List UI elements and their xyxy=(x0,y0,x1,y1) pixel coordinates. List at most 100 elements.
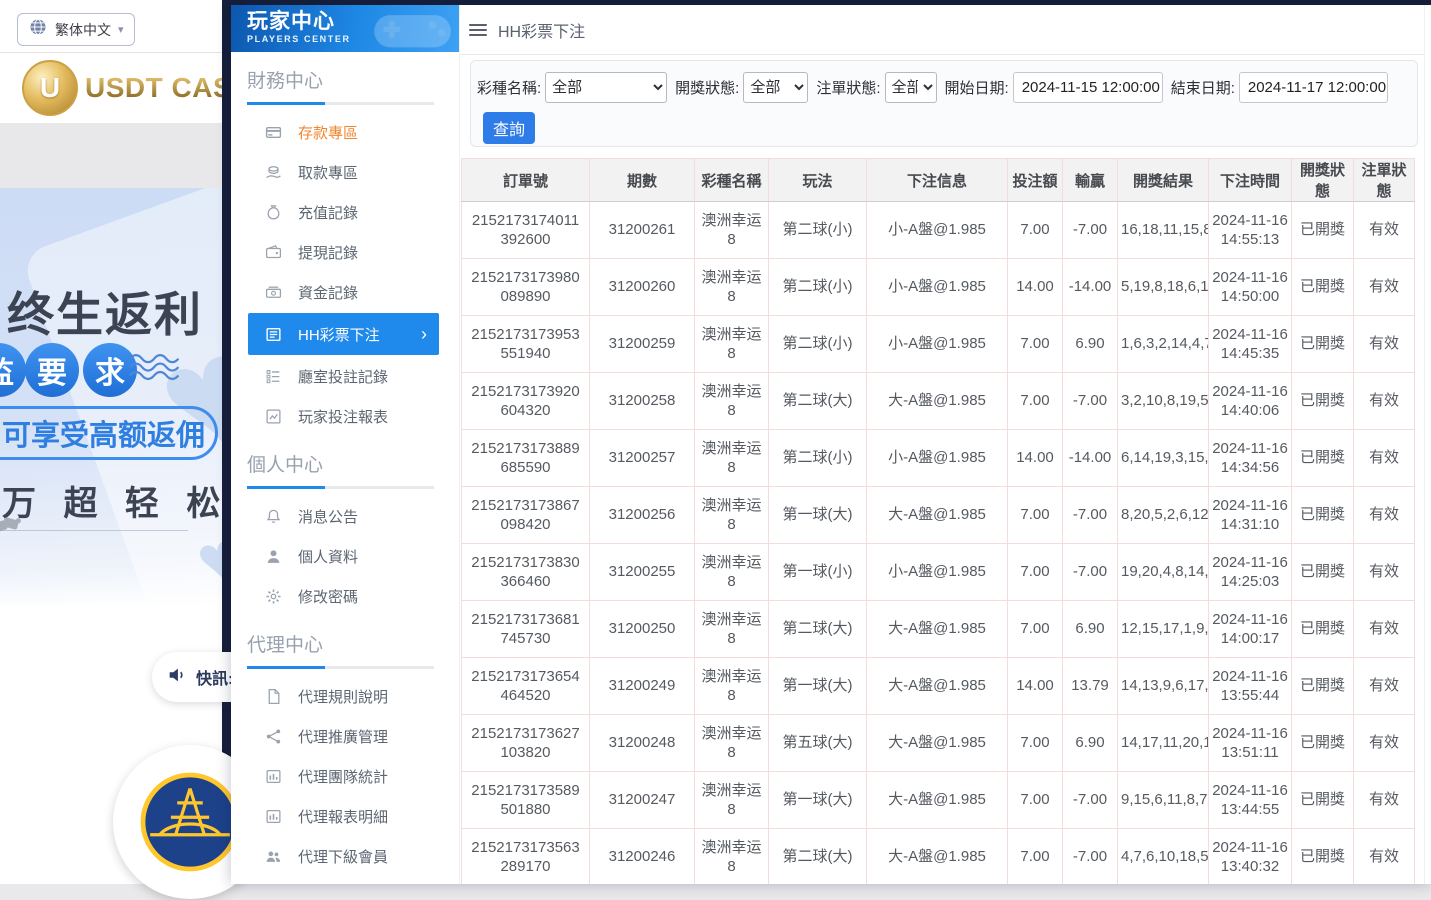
sidebar-item-hh-lottery-bets[interactable]: HH彩票下注› xyxy=(248,313,439,355)
lottery-name-select[interactable]: 全部 xyxy=(545,72,667,103)
sidebar-item-label: 代理下級會員 xyxy=(298,846,388,867)
language-selector[interactable]: 繁体中文 ▾ xyxy=(17,13,135,46)
sidebar-item-member-bet-details[interactable]: 會員投註明細 xyxy=(231,876,459,884)
cell-play-type: 第二球(大) xyxy=(769,373,867,430)
cell-win-loss: 6.90 xyxy=(1063,715,1118,772)
banner-badge: 监 xyxy=(0,343,26,397)
end-date-input[interactable] xyxy=(1239,72,1388,103)
stats-icon xyxy=(265,808,282,825)
site-logo[interactable]: U USDT CASINO xyxy=(0,53,222,123)
cell-draw-result: 14,13,9,6,17,4,12,8 xyxy=(1118,658,1209,715)
cell-bet-amount: 7.00 xyxy=(1008,316,1063,373)
start-date-label: 開始日期: xyxy=(945,77,1009,98)
cell-order-id: 2152173173563289170 xyxy=(462,829,590,885)
sidebar-item-announcements[interactable]: 消息公告 xyxy=(231,496,459,536)
coin-logo-icon: U xyxy=(22,60,78,116)
cell-bet-time: 2024-11-16 13:51:11 xyxy=(1209,715,1292,772)
cell-period: 31200257 xyxy=(590,430,695,487)
cell-draw-status: 已開獎 xyxy=(1292,544,1354,601)
money-bag-icon xyxy=(265,204,282,221)
start-date-input[interactable] xyxy=(1013,72,1163,103)
wallet-icon xyxy=(265,244,282,261)
banner-pill: 可享受高额返佣 xyxy=(0,406,218,460)
cell-play-type: 第一球(大) xyxy=(769,658,867,715)
sidebar-item-change-password[interactable]: 修改密碼 xyxy=(231,576,459,616)
cell-lottery-name: 澳洲幸运8 xyxy=(695,487,769,544)
sidebar-item-withdraw-zone[interactable]: 取款專區 xyxy=(231,152,459,192)
cell-bet-time: 2024-11-16 13:40:32 xyxy=(1209,829,1292,885)
players-center-modal: 玩家中心 PLAYERS CENTER 財務中心存款專區取款專區充值記錄提現記錄… xyxy=(231,5,1431,884)
language-label: 繁体中文 xyxy=(55,20,111,40)
sidebar-item-agent-promotion[interactable]: 代理推廣管理 xyxy=(231,716,459,756)
menu-toggle-icon[interactable] xyxy=(469,20,487,40)
cell-bet-info: 小-A盤@1.985 xyxy=(867,544,1008,601)
table-row: 215217317398008989031200260澳洲幸运8第二球(小)小-… xyxy=(462,259,1415,316)
sidebar-item-withdrawal-records[interactable]: 提現記錄 xyxy=(231,232,459,272)
banner-tagline: 万 超 轻 松 xyxy=(2,476,222,525)
cell-order-id: 2152173173654464520 xyxy=(462,658,590,715)
cell-period: 31200246 xyxy=(590,829,695,885)
cell-period: 31200255 xyxy=(590,544,695,601)
cell-win-loss: -7.00 xyxy=(1063,373,1118,430)
cell-draw-result: 9,15,6,11,8,7,18,12 xyxy=(1118,772,1209,829)
cell-order-id: 2152173173889685590 xyxy=(462,430,590,487)
sidebar-item-deposit-zone[interactable]: 存款專區 xyxy=(231,112,459,152)
sidebar-sections: 財務中心存款專區取款專區充值記錄提現記錄資金記錄HH彩票下注›廳室投註記錄玩家投… xyxy=(231,66,459,884)
cell-bet-amount: 7.00 xyxy=(1008,487,1063,544)
sidebar-item-player-bet-report[interactable]: 玩家投注報表 xyxy=(231,396,459,436)
share-icon xyxy=(265,728,282,745)
sidebar-item-label: 廳室投註記錄 xyxy=(298,366,388,387)
cell-bet-info: 大-A盤@1.985 xyxy=(867,601,1008,658)
sidebar-item-agent-rules[interactable]: 代理規則說明 xyxy=(231,676,459,716)
cell-play-type: 第二球(小) xyxy=(769,202,867,259)
table-row: 215217317383036646031200255澳洲幸运8第一球(小)小-… xyxy=(462,544,1415,601)
sidebar-item-recharge-records[interactable]: 充值記錄 xyxy=(231,192,459,232)
cell-period: 31200250 xyxy=(590,601,695,658)
cell-bet-info: 小-A盤@1.985 xyxy=(867,316,1008,373)
cell-play-type: 第一球(大) xyxy=(769,487,867,544)
cell-order-status: 有效 xyxy=(1354,772,1415,829)
cell-bet-info: 大-A盤@1.985 xyxy=(867,373,1008,430)
cell-win-loss: -7.00 xyxy=(1063,829,1118,885)
cell-draw-status: 已開獎 xyxy=(1292,772,1354,829)
cell-draw-status: 已開獎 xyxy=(1292,373,1354,430)
gamepad-icon xyxy=(365,9,457,52)
cell-bet-time: 2024-11-16 14:25:03 xyxy=(1209,544,1292,601)
sidebar-item-agent-sub-members[interactable]: 代理下級會員 xyxy=(231,836,459,876)
cell-bet-amount: 7.00 xyxy=(1008,715,1063,772)
search-button[interactable]: 查詢 xyxy=(483,112,535,144)
sidebar-item-room-bet-records[interactable]: 廳室投註記錄 xyxy=(231,356,459,396)
end-date-label: 結束日期: xyxy=(1171,77,1235,98)
cell-bet-info: 大-A盤@1.985 xyxy=(867,487,1008,544)
sidebar-item-agent-team-stats[interactable]: 代理團隊統計 xyxy=(231,756,459,796)
column-header-bet-info: 下注信息 xyxy=(867,159,1008,202)
cell-lottery-name: 澳洲幸运8 xyxy=(695,259,769,316)
scrollbar[interactable] xyxy=(1424,5,1431,884)
sidebar-item-agent-report-details[interactable]: 代理報表明細 xyxy=(231,796,459,836)
sidebar-item-funds-records[interactable]: 資金記錄 xyxy=(231,272,459,312)
draw-status-select[interactable]: 全部 xyxy=(743,72,808,103)
cell-bet-info: 大-A盤@1.985 xyxy=(867,658,1008,715)
cell-bet-info: 大-A盤@1.985 xyxy=(867,829,1008,885)
cell-bet-amount: 7.00 xyxy=(1008,829,1063,885)
cell-period: 31200258 xyxy=(590,373,695,430)
sidebar-item-list: 存款專區取款專區充值記錄提現記錄資金記錄HH彩票下注› 廳室投註記錄玩家投注報表 xyxy=(231,112,459,436)
cell-bet-info: 小-A盤@1.985 xyxy=(867,430,1008,487)
sidebar-item-profile[interactable]: 個人資料 xyxy=(231,536,459,576)
column-header-draw-status: 開獎狀態 xyxy=(1292,159,1354,202)
banner-title: 终生返利 xyxy=(7,276,203,345)
cell-draw-result: 8,20,5,2,6,12,16,19 xyxy=(1118,487,1209,544)
filter-panel: 彩種名稱: 全部 開獎狀態: 全部 注單狀態: 全部 開始日期: 結束日期: 查… xyxy=(470,60,1418,147)
cell-lottery-name: 澳洲幸运8 xyxy=(695,316,769,373)
cell-lottery-name: 澳洲幸运8 xyxy=(695,373,769,430)
order-status-select[interactable]: 全部 xyxy=(885,72,937,103)
cell-order-status: 有效 xyxy=(1354,829,1415,885)
cell-period: 31200260 xyxy=(590,259,695,316)
cell-play-type: 第一球(小) xyxy=(769,544,867,601)
waves-decoration xyxy=(128,353,184,383)
cell-order-id: 2152173173830366460 xyxy=(462,544,590,601)
cell-win-loss: -7.00 xyxy=(1063,487,1118,544)
cell-order-status: 有效 xyxy=(1354,544,1415,601)
people-icon xyxy=(265,848,282,865)
cell-lottery-name: 澳洲幸运8 xyxy=(695,829,769,885)
